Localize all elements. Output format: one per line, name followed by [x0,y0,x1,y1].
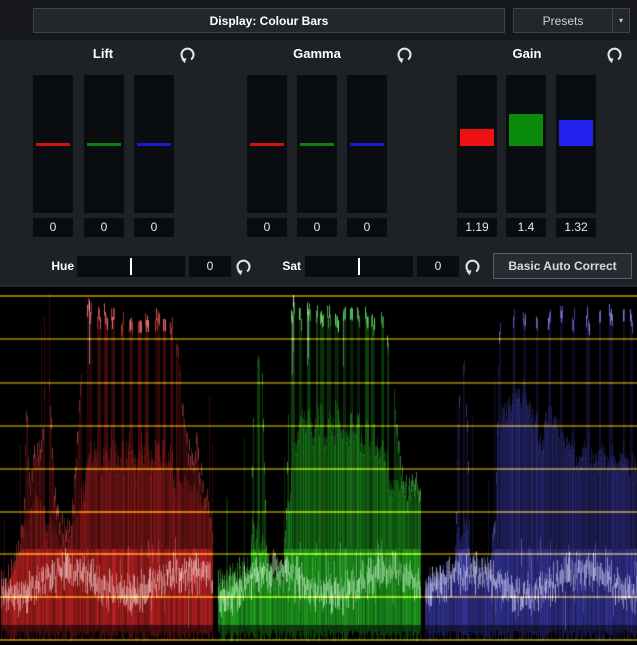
gain-title: Gain [457,46,597,61]
reset-icon [178,45,197,64]
slider-handle[interactable] [250,143,284,146]
gamma-red-slider[interactable] [247,75,287,213]
chevron-down-icon[interactable]: ▾ [613,9,629,32]
gamma-green-value[interactable]: 0 [297,218,337,237]
gamma-green-slider[interactable] [297,75,337,213]
hue-label: Hue [30,259,74,273]
gain-reset-button[interactable] [605,45,624,64]
gain-red-slider[interactable] [457,75,497,213]
gamma-blue-slider[interactable] [347,75,387,213]
sat-cursor [358,258,360,275]
sat-reset-button[interactable] [463,257,482,276]
waveform-scope [0,285,637,645]
sat-value[interactable]: 0 [417,256,459,277]
gain-green-value[interactable]: 1.4 [506,218,546,237]
gain-red-value[interactable]: 1.19 [457,218,497,237]
basic-auto-correct-button[interactable]: Basic Auto Correct [493,253,632,279]
gamma-reset-button[interactable] [395,45,414,64]
gamma-blue-value[interactable]: 0 [347,218,387,237]
lift-green-value[interactable]: 0 [84,218,124,237]
reset-icon [605,45,624,64]
slider-handle[interactable] [87,143,121,146]
waveform-canvas [0,287,637,645]
slider-handle[interactable] [460,129,494,146]
lift-title: Lift [33,46,173,61]
display-mode-button[interactable]: Display: Colour Bars [33,8,505,33]
lift-green-slider[interactable] [84,75,124,213]
hue-value[interactable]: 0 [189,256,231,277]
gamma-title: Gamma [247,46,387,61]
gain-blue-slider[interactable] [556,75,596,213]
slider-handle[interactable] [36,143,70,146]
sat-slider[interactable] [305,256,413,277]
slider-handle[interactable] [509,114,543,146]
lift-blue-slider[interactable] [134,75,174,213]
hue-cursor [130,258,132,275]
presets-button[interactable]: Presets ▾ [513,8,630,33]
lift-red-value[interactable]: 0 [33,218,73,237]
gain-green-slider[interactable] [506,75,546,213]
lift-reset-button[interactable] [178,45,197,64]
reset-icon [395,45,414,64]
slider-handle[interactable] [300,143,334,146]
colour-correction-panel: Display: Colour Bars Presets ▾ Lift 0 0 … [0,0,637,645]
hue-reset-button[interactable] [234,257,253,276]
hue-slider[interactable] [77,256,185,277]
presets-label: Presets [514,9,612,32]
lift-red-slider[interactable] [33,75,73,213]
gamma-red-value[interactable]: 0 [247,218,287,237]
sat-label: Sat [258,259,301,273]
slider-handle[interactable] [350,143,384,146]
slider-handle[interactable] [137,143,171,146]
reset-icon [463,257,482,276]
gain-blue-value[interactable]: 1.32 [556,218,596,237]
reset-icon [234,257,253,276]
slider-handle[interactable] [559,120,593,146]
lift-blue-value[interactable]: 0 [134,218,174,237]
